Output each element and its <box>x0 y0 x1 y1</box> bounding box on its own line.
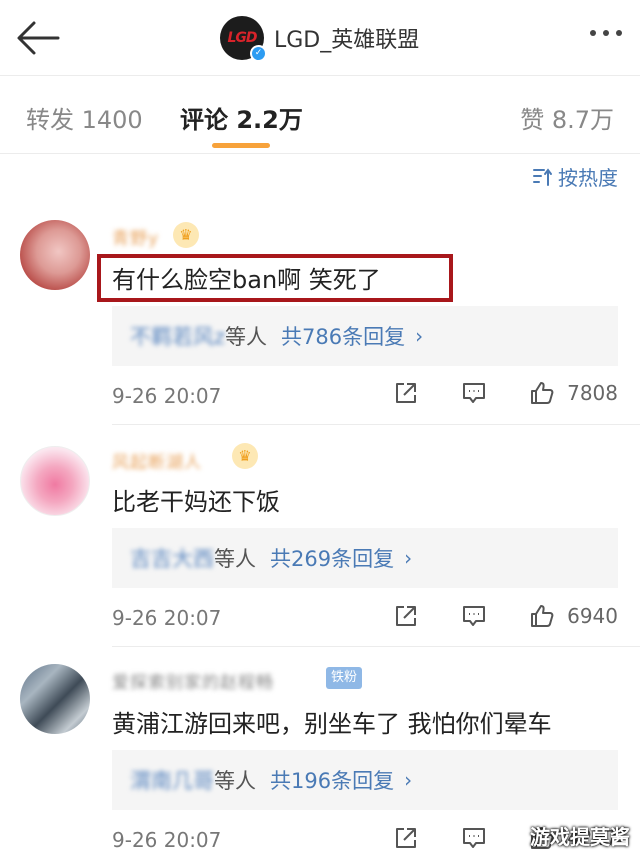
tab-comment[interactable]: 评论 2.2万 <box>180 100 303 135</box>
divider <box>112 646 640 647</box>
avatar[interactable] <box>20 220 90 290</box>
comment-text: 比老干妈还下饭 <box>112 488 280 516</box>
comment-timestamp: 9-26 20:07 <box>112 606 222 630</box>
reply-suffix: 等人 <box>225 325 268 349</box>
post-stats-tabs: 转发 1400 评论 2.2万 赞 8.7万 <box>0 76 640 154</box>
comment-actions: 7808 <box>393 380 618 406</box>
reply-total-link[interactable]: 共196条回复 <box>270 765 394 795</box>
commenter-name[interactable]: 风起断湖人 <box>112 448 202 473</box>
account-name[interactable]: LGD_英雄联盟 <box>274 22 419 54</box>
reply-user-names: 不羁若风z <box>130 325 226 349</box>
tab-like[interactable]: 赞 8.7万 <box>520 100 614 135</box>
comment-timestamp: 9-26 20:07 <box>112 384 222 408</box>
account-avatar[interactable]: LGD ✓ <box>220 16 267 62</box>
reply-total-link[interactable]: 共786条回复 <box>281 321 405 351</box>
top-nav-bar: LGD ✓ LGD_英雄联盟 <box>0 0 640 76</box>
comment-icon[interactable] <box>461 380 487 406</box>
replies-preview[interactable]: 渭南几哥 等人 共196条回复 › <box>112 750 618 810</box>
fan-badge: 铁粉 <box>326 667 363 689</box>
like-count: 7808 <box>567 381 618 405</box>
comment-icon[interactable] <box>461 603 487 629</box>
chevron-right-icon: › <box>404 546 413 570</box>
share-icon[interactable] <box>393 603 419 629</box>
verified-badge-icon: ✓ <box>250 45 267 62</box>
commenter-name[interactable]: 青野y <box>112 224 159 249</box>
sort-icon <box>533 167 552 186</box>
avatar[interactable] <box>20 446 90 516</box>
more-options-icon[interactable] <box>590 30 622 36</box>
comment-actions: 6940 <box>393 603 618 629</box>
reply-suffix: 等人 <box>214 547 256 571</box>
lgd-logo: LGD <box>227 30 257 46</box>
account-header[interactable]: LGD ✓ LGD_英雄联盟 <box>220 14 419 62</box>
active-tab-indicator <box>212 143 270 148</box>
chevron-right-icon: › <box>415 324 424 348</box>
divider <box>112 424 640 425</box>
sort-label: 按热度 <box>558 166 618 190</box>
replies-preview[interactable]: 吉吉大西 等人 共269条回复 › <box>112 528 618 588</box>
avatar[interactable] <box>20 664 90 734</box>
reply-user-names: 吉吉大西 <box>130 547 214 571</box>
chevron-right-icon: › <box>404 768 413 792</box>
share-icon[interactable] <box>393 825 419 851</box>
back-arrow-icon[interactable] <box>14 18 62 58</box>
sort-by-hot-button[interactable]: 按热度 <box>532 162 618 191</box>
share-icon[interactable] <box>393 380 419 406</box>
thumbs-up-icon[interactable] <box>529 603 555 629</box>
comment-icon[interactable] <box>461 825 487 851</box>
comment-text: 黄浦江游回来吧，别坐车了 我怕你们晕车 <box>112 710 552 738</box>
crown-icon: ♛ <box>232 443 258 469</box>
reply-user-names: 渭南几哥 <box>130 769 214 793</box>
like-count: 6940 <box>567 604 618 628</box>
commenter-name[interactable]: 爱探索别家的赵程畅 <box>112 668 274 693</box>
comment-text: 有什么脸空ban啊 笑死了 <box>112 266 381 294</box>
reply-total-link[interactable]: 共269条回复 <box>270 543 394 573</box>
replies-preview[interactable]: 不羁若风z 等人 共786条回复 › <box>112 306 618 366</box>
reply-suffix: 等人 <box>214 769 256 793</box>
comment-timestamp: 9-26 20:07 <box>112 828 222 852</box>
thumbs-up-icon[interactable] <box>529 380 555 406</box>
tab-repost[interactable]: 转发 1400 <box>26 100 143 135</box>
crown-icon: ♛ <box>173 222 199 248</box>
watermark-text: 游戏提莫酱 <box>530 825 630 849</box>
